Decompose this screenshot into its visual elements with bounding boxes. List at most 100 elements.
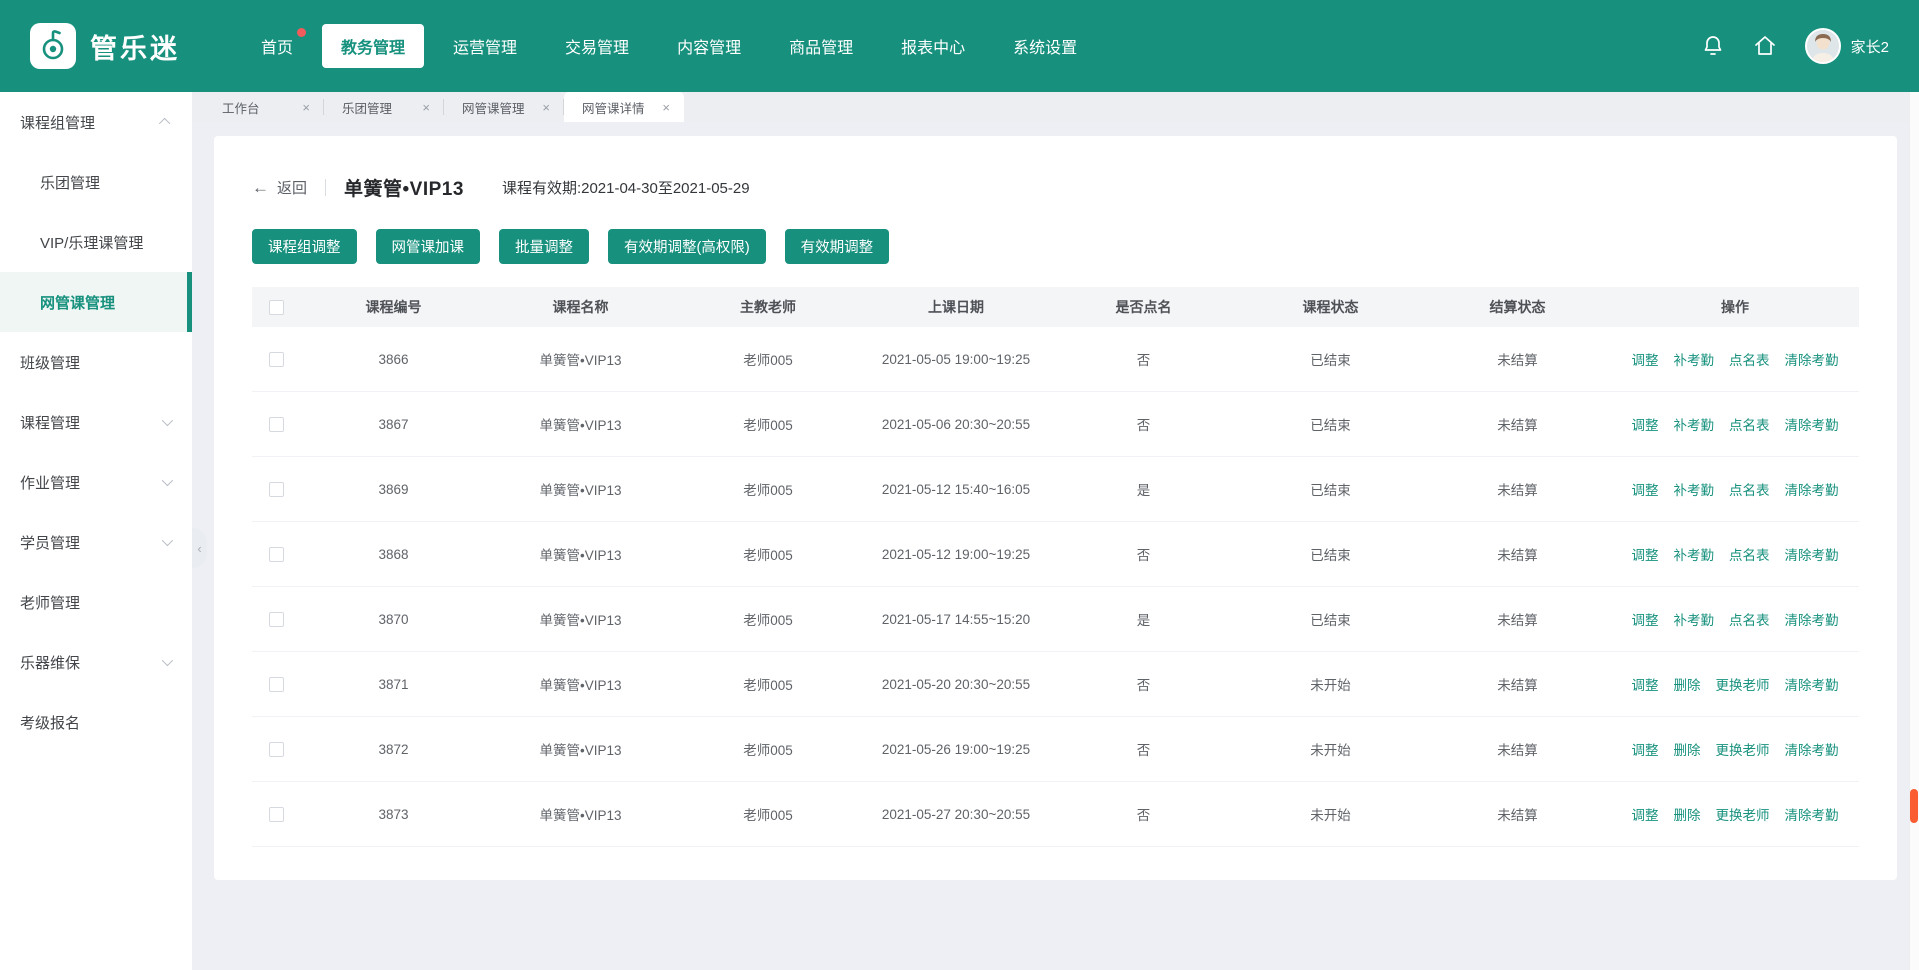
- cell-settle: 未结算: [1424, 804, 1611, 824]
- table-row: 3873单簧管•VIP13老师0052021-05-27 20:30~20:55…: [252, 782, 1859, 847]
- sidebar-item-9[interactable]: 乐器维保: [0, 632, 192, 692]
- sidebar-item-6[interactable]: 作业管理: [0, 452, 192, 512]
- tab-close-icon[interactable]: ×: [662, 100, 670, 115]
- row-checkbox[interactable]: [269, 352, 284, 367]
- action-link[interactable]: 清除考勤: [1785, 804, 1839, 824]
- action-link[interactable]: 清除考勤: [1785, 674, 1839, 694]
- action-link[interactable]: 清除考勤: [1785, 739, 1839, 759]
- nav-item-4[interactable]: 内容管理: [658, 24, 760, 68]
- nav-item-label: 报表中心: [901, 40, 965, 57]
- cell-actions: 调整删除更换老师清除考勤: [1611, 804, 1859, 824]
- action-link[interactable]: 点名表: [1729, 349, 1770, 369]
- nav-item-label: 交易管理: [565, 40, 629, 57]
- tab-label: 网管课详情: [582, 98, 645, 117]
- tab-0[interactable]: 工作台×: [204, 92, 324, 122]
- action-link[interactable]: 清除考勤: [1785, 609, 1839, 629]
- action-link[interactable]: 调整: [1632, 349, 1659, 369]
- nav-item-3[interactable]: 交易管理: [546, 24, 648, 68]
- action-link[interactable]: 调整: [1632, 609, 1659, 629]
- select-all-checkbox[interactable]: [269, 300, 284, 315]
- nav-item-7[interactable]: 系统设置: [994, 24, 1096, 68]
- navbar-right: 家长2: [1701, 28, 1889, 64]
- row-checkbox[interactable]: [269, 807, 284, 822]
- sidebar-item-3[interactable]: 网管课管理: [0, 272, 192, 332]
- cell-date: 2021-05-27 20:30~20:55: [862, 807, 1050, 822]
- tab-close-icon[interactable]: ×: [302, 100, 310, 115]
- tab-2[interactable]: 网管课管理 ×: [444, 92, 564, 122]
- sidebar-item-8[interactable]: 老师管理: [0, 572, 192, 632]
- row-checkbox[interactable]: [269, 547, 284, 562]
- sidebar-item-1[interactable]: 乐团管理: [0, 152, 192, 212]
- action-link[interactable]: 删除: [1674, 804, 1701, 824]
- toolbar-button-4[interactable]: 有效期调整: [785, 229, 890, 264]
- action-link[interactable]: 清除考勤: [1785, 414, 1839, 434]
- action-link[interactable]: 补考勤: [1674, 479, 1715, 499]
- sidebar-item-5[interactable]: 课程管理: [0, 392, 192, 452]
- action-link[interactable]: 调整: [1632, 479, 1659, 499]
- action-link[interactable]: 清除考勤: [1785, 479, 1839, 499]
- row-checkbox[interactable]: [269, 742, 284, 757]
- action-link[interactable]: 调整: [1632, 414, 1659, 434]
- scrollbar-thumb[interactable]: [1910, 789, 1918, 823]
- sidebar-item-7[interactable]: 学员管理: [0, 512, 192, 572]
- action-link[interactable]: 调整: [1632, 544, 1659, 564]
- sidebar-item-2[interactable]: VIP/乐理课管理: [0, 212, 192, 272]
- toolbar-button-2[interactable]: 批量调整: [499, 229, 589, 264]
- action-link[interactable]: 补考勤: [1674, 609, 1715, 629]
- action-link[interactable]: 调整: [1632, 804, 1659, 824]
- tab-label: 乐团管理: [342, 98, 392, 117]
- row-checkbox[interactable]: [269, 417, 284, 432]
- action-link[interactable]: 调整: [1632, 674, 1659, 694]
- row-checkbox[interactable]: [269, 482, 284, 497]
- row-checkbox[interactable]: [269, 612, 284, 627]
- tab-3[interactable]: 网管课详情 ×: [564, 92, 684, 122]
- row-checkbox[interactable]: [269, 677, 284, 692]
- action-link[interactable]: 点名表: [1729, 609, 1770, 629]
- scrollbar-track[interactable]: [1909, 92, 1919, 970]
- tab-close-icon[interactable]: ×: [542, 100, 550, 115]
- nav-item-1[interactable]: 教务管理: [322, 24, 424, 68]
- home-icon[interactable]: [1753, 34, 1777, 58]
- action-link[interactable]: 点名表: [1729, 544, 1770, 564]
- action-link[interactable]: 更换老师: [1716, 739, 1770, 759]
- back-button[interactable]: ← 返回: [252, 177, 307, 198]
- nav-item-0[interactable]: 首页: [242, 24, 312, 68]
- action-link[interactable]: 清除考勤: [1785, 349, 1839, 369]
- action-link[interactable]: 补考勤: [1674, 414, 1715, 434]
- bell-icon[interactable]: [1701, 34, 1725, 58]
- action-link[interactable]: 清除考勤: [1785, 544, 1839, 564]
- sidebar-item-4[interactable]: 班级管理: [0, 332, 192, 392]
- sidebar-item-0[interactable]: 课程组管理: [0, 92, 192, 152]
- action-link[interactable]: 删除: [1674, 674, 1701, 694]
- action-link[interactable]: 调整: [1632, 739, 1659, 759]
- action-link[interactable]: 更换老师: [1716, 674, 1770, 694]
- action-link[interactable]: 删除: [1674, 739, 1701, 759]
- user-menu[interactable]: 家长2: [1805, 28, 1889, 64]
- sidebar-item-label: 课程管理: [20, 412, 80, 433]
- tab-label: 网管课管理: [462, 98, 525, 117]
- row-checkbox-cell: [252, 806, 300, 822]
- action-link[interactable]: 更换老师: [1716, 804, 1770, 824]
- select-all-cell: [252, 299, 300, 316]
- brand-name: 管乐迷: [90, 27, 180, 66]
- toolbar-button-1[interactable]: 网管课加课: [376, 229, 481, 264]
- cell-teacher: 老师005: [674, 609, 862, 629]
- sidebar-item-10[interactable]: 考级报名: [0, 692, 192, 752]
- nav-item-label: 运营管理: [453, 40, 517, 57]
- sidebar-collapse-handle[interactable]: ‹: [192, 528, 207, 568]
- tab-1[interactable]: 乐团管理 ×: [324, 92, 444, 122]
- cell-rollcall: 否: [1050, 544, 1237, 564]
- action-link[interactable]: 点名表: [1729, 479, 1770, 499]
- cell-status: 已结束: [1237, 414, 1424, 434]
- nav-item-2[interactable]: 运营管理: [434, 24, 536, 68]
- toolbar-button-3[interactable]: 有效期调整(高权限): [608, 229, 766, 264]
- nav-item-5[interactable]: 商品管理: [770, 24, 872, 68]
- action-link[interactable]: 补考勤: [1674, 349, 1715, 369]
- nav-item-6[interactable]: 报表中心: [882, 24, 984, 68]
- action-link[interactable]: 补考勤: [1674, 544, 1715, 564]
- action-link[interactable]: 点名表: [1729, 414, 1770, 434]
- cell-settle: 未结算: [1424, 479, 1611, 499]
- table-row: 3866单簧管•VIP13老师0052021-05-05 19:00~19:25…: [252, 327, 1859, 392]
- toolbar-button-0[interactable]: 课程组调整: [252, 229, 357, 264]
- tab-close-icon[interactable]: ×: [422, 100, 430, 115]
